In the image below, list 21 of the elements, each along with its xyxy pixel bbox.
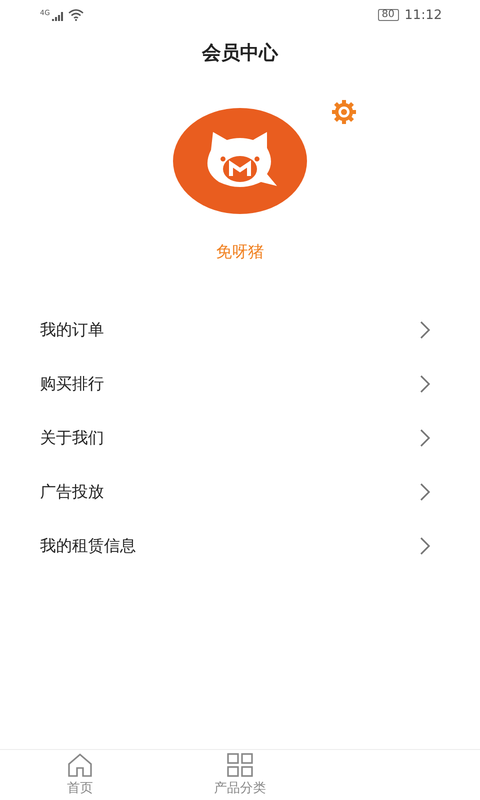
tab[interactable]: 首页 bbox=[63, 750, 97, 800]
chevron-right-icon bbox=[420, 483, 430, 501]
settings-icon[interactable] bbox=[331, 99, 357, 125]
menu-item[interactable]: 关于我们 bbox=[0, 411, 480, 465]
menu-item[interactable]: 购买排行 bbox=[0, 357, 480, 411]
chevron-right-icon bbox=[420, 321, 430, 339]
user-name: 免呀猪 bbox=[216, 242, 264, 263]
clock: 11:12 bbox=[404, 8, 442, 22]
menu-item[interactable]: 广告投放 bbox=[0, 465, 480, 519]
page-title: 会员中心 bbox=[200, 41, 280, 66]
signal-icon bbox=[52, 11, 66, 21]
chevron-right-icon bbox=[420, 429, 430, 447]
battery-indicator: 80 bbox=[378, 9, 399, 21]
home-icon bbox=[67, 753, 93, 777]
tab[interactable]: 产品分类 bbox=[210, 750, 270, 800]
grid-icon bbox=[227, 753, 253, 777]
menu-item[interactable]: 我的租赁信息 bbox=[0, 519, 480, 573]
wifi-icon bbox=[68, 9, 84, 21]
chevron-right-icon bbox=[420, 375, 430, 393]
menu-item[interactable]: 我的订单 bbox=[0, 303, 480, 357]
chevron-right-icon bbox=[420, 537, 430, 555]
